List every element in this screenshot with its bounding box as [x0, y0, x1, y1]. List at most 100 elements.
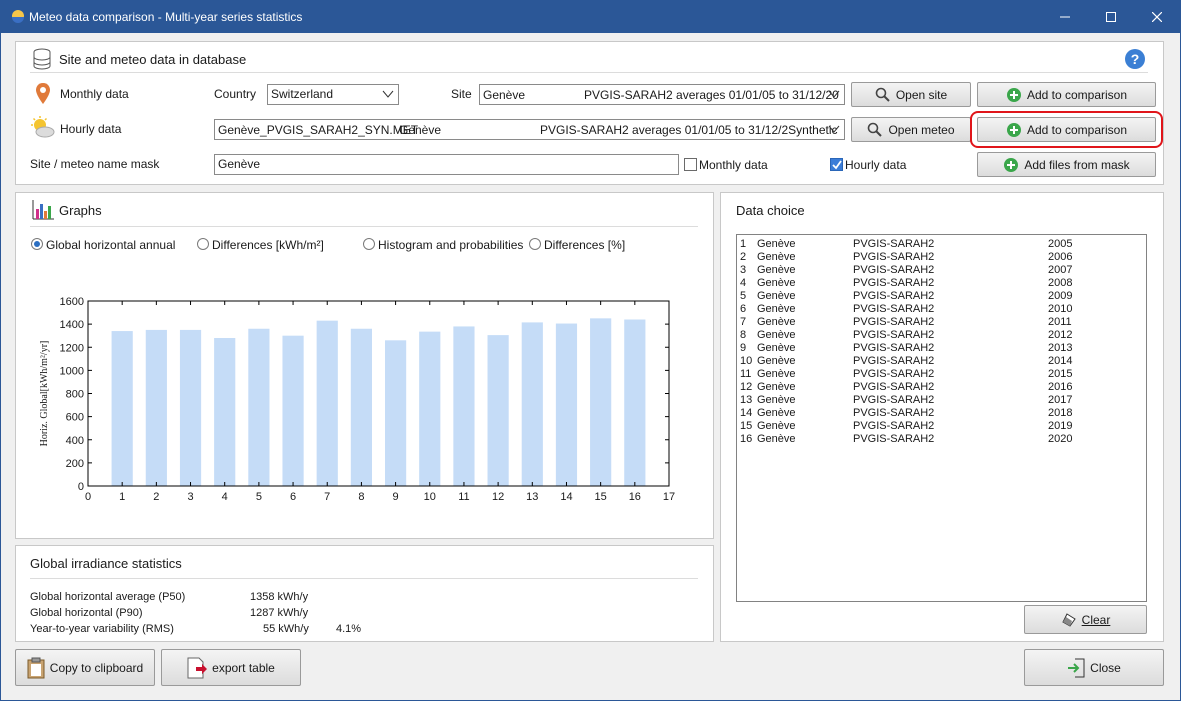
list-cell-n: 2 — [740, 251, 747, 263]
x-tick-label: 8 — [358, 491, 364, 503]
add-monthly-to-comparison-button[interactable]: Add to comparison — [977, 82, 1156, 107]
radio-label-differences-kwh: Differences [kWh/m²] — [212, 238, 324, 252]
export-icon — [187, 657, 208, 678]
list-item[interactable]: 11 Genève PVGIS-SARAH2 2015 — [737, 368, 1146, 381]
list-item[interactable]: 7 Genève PVGIS-SARAH2 2011 — [737, 316, 1146, 329]
list-cell-year: 2007 — [1048, 264, 1073, 276]
list-item[interactable]: 1 Genève PVGIS-SARAH2 2005 — [737, 238, 1146, 251]
x-tick-label: 9 — [393, 491, 399, 503]
list-item[interactable]: 3 Genève PVGIS-SARAH2 2007 — [737, 264, 1146, 277]
add-files-from-mask-button[interactable]: Add files from mask — [977, 152, 1156, 177]
meteo-file-select[interactable]: Genève_PVGIS_SARAH2_SYN.MET Genève PVGIS… — [214, 119, 845, 140]
y-tick-label: 1600 — [60, 296, 84, 308]
list-cell-n: 5 — [740, 290, 747, 302]
list-item[interactable]: 12 Genève PVGIS-SARAH2 2016 — [737, 381, 1146, 394]
y-tick-label: 200 — [66, 458, 84, 470]
list-item[interactable]: 8 Genève PVGIS-SARAH2 2012 — [737, 329, 1146, 342]
clipboard-icon — [27, 657, 45, 678]
list-item[interactable]: 16 Genève PVGIS-SARAH2 2020 — [737, 433, 1146, 446]
list-cell-year: 2018 — [1048, 407, 1073, 419]
title-bar: Meteo data comparison - Multi-year serie… — [1, 1, 1180, 33]
list-item[interactable]: 6 Genève PVGIS-SARAH2 2010 — [737, 303, 1146, 316]
radio-differences-pct[interactable] — [529, 238, 541, 250]
country-value: Switzerland — [271, 87, 334, 101]
list-cell-site: Genève — [757, 303, 796, 315]
minimize-button[interactable] — [1042, 1, 1088, 33]
graphs-title: Graphs — [59, 203, 102, 218]
eraser-icon — [1061, 612, 1076, 627]
list-item[interactable]: 10 Genève PVGIS-SARAH2 2014 — [737, 355, 1146, 368]
hourly-data-label: Hourly data — [60, 122, 122, 136]
close-icon — [1151, 11, 1163, 23]
y-axis-label: Horiz. Global[kWh/m²/yr] — [39, 341, 50, 447]
export-label: export table — [212, 660, 275, 675]
sun-cloud-icon — [31, 116, 55, 138]
list-item[interactable]: 4 Genève PVGIS-SARAH2 2008 — [737, 277, 1146, 290]
meteo-description: PVGIS-SARAH2 averages 01/01/05 to 31/12/… — [540, 123, 838, 137]
list-cell-year: 2015 — [1048, 368, 1073, 380]
name-mask-input[interactable]: Genève — [214, 154, 679, 175]
bar — [590, 318, 612, 486]
p50-value: 1358 kWh/y — [250, 591, 309, 603]
meteo-file-name: Genève_PVGIS_SARAH2_SYN.MET — [218, 123, 419, 137]
monthly-data-checkbox[interactable] — [684, 158, 697, 171]
list-item[interactable]: 9 Genève PVGIS-SARAH2 2013 — [737, 342, 1146, 355]
clear-button[interactable]: Clear — [1024, 605, 1147, 634]
list-cell-n: 10 — [740, 355, 753, 367]
y-tick-label: 1200 — [60, 342, 84, 354]
list-item[interactable]: 2 Genève PVGIS-SARAH2 2006 — [737, 251, 1146, 264]
help-icon[interactable]: ? — [1125, 49, 1145, 69]
copy-to-clipboard-button[interactable]: Copy to clipboard — [15, 649, 155, 686]
window-title: Meteo data comparison - Multi-year serie… — [29, 10, 303, 24]
list-cell-site: Genève — [757, 264, 796, 276]
x-tick-label: 2 — [153, 491, 159, 503]
bar — [555, 323, 578, 486]
list-cell-site: Genève — [757, 329, 796, 341]
open-meteo-label: Open meteo — [888, 122, 955, 137]
add-hourly-to-comparison-button[interactable]: Add to comparison — [977, 117, 1156, 142]
close-button[interactable]: Close — [1024, 649, 1164, 686]
country-select[interactable]: Switzerland — [267, 84, 399, 105]
y-tick-label: 800 — [66, 389, 84, 401]
list-item[interactable]: 13 Genève PVGIS-SARAH2 2017 — [737, 394, 1146, 407]
close-label: Close — [1090, 660, 1121, 675]
chevron-down-icon — [828, 90, 840, 98]
list-cell-year: 2008 — [1048, 277, 1073, 289]
x-tick-label: 4 — [222, 491, 228, 503]
close-window-button[interactable] — [1134, 1, 1180, 33]
x-tick-label: 12 — [492, 491, 504, 503]
list-item[interactable]: 5 Genève PVGIS-SARAH2 2009 — [737, 290, 1146, 303]
export-table-button[interactable]: export table — [161, 649, 301, 686]
radio-label-differences-pct: Differences [%] — [544, 238, 626, 252]
open-meteo-button[interactable]: Open meteo — [851, 117, 971, 142]
irradiance-bar-chart: 020040060080010001200140016000 1 2 3 4 5 6 7 8 9 1… — [39, 296, 675, 503]
list-cell-src: PVGIS-SARAH2 — [853, 381, 935, 393]
bar — [145, 329, 167, 486]
p90-label: Global horizontal (P90) — [30, 607, 143, 619]
rms-label: Year-to-year variability (RMS) — [30, 623, 174, 635]
list-cell-n: 8 — [740, 329, 747, 341]
list-cell-site: Genève — [757, 342, 796, 354]
rms-percent: 4.1% — [336, 623, 362, 635]
database-icon — [33, 48, 51, 70]
list-cell-src: PVGIS-SARAH2 — [853, 290, 935, 302]
list-cell-site: Genève — [757, 316, 796, 328]
x-tick-label: 15 — [595, 491, 607, 503]
list-cell-src: PVGIS-SARAH2 — [853, 329, 935, 341]
y-tick-label: 0 — [78, 481, 84, 493]
radio-label-global-horizontal-annual: Global horizontal annual — [46, 238, 176, 252]
data-choice-list[interactable]: 1 Genève PVGIS-SARAH2 2005 2 Genève PVGIS-SARA… — [736, 234, 1147, 602]
radio-histogram[interactable] — [363, 238, 375, 250]
list-cell-n: 12 — [740, 381, 753, 393]
site-select[interactable]: Genève PVGIS-SARAH2 averages 01/01/05 to… — [479, 84, 845, 105]
checkmark-icon — [832, 160, 842, 170]
open-site-button[interactable]: Open site — [851, 82, 971, 107]
radio-differences-kwh[interactable] — [197, 238, 209, 250]
location-pin-icon — [36, 83, 50, 104]
list-cell-site: Genève — [757, 290, 796, 302]
radio-global-horizontal-annual[interactable] — [31, 238, 43, 250]
hourly-data-checkbox[interactable] — [830, 158, 843, 171]
list-item[interactable]: 14 Genève PVGIS-SARAH2 2018 — [737, 407, 1146, 420]
list-item[interactable]: 15 Genève PVGIS-SARAH2 2019 — [737, 420, 1146, 433]
maximize-button[interactable] — [1088, 1, 1134, 33]
